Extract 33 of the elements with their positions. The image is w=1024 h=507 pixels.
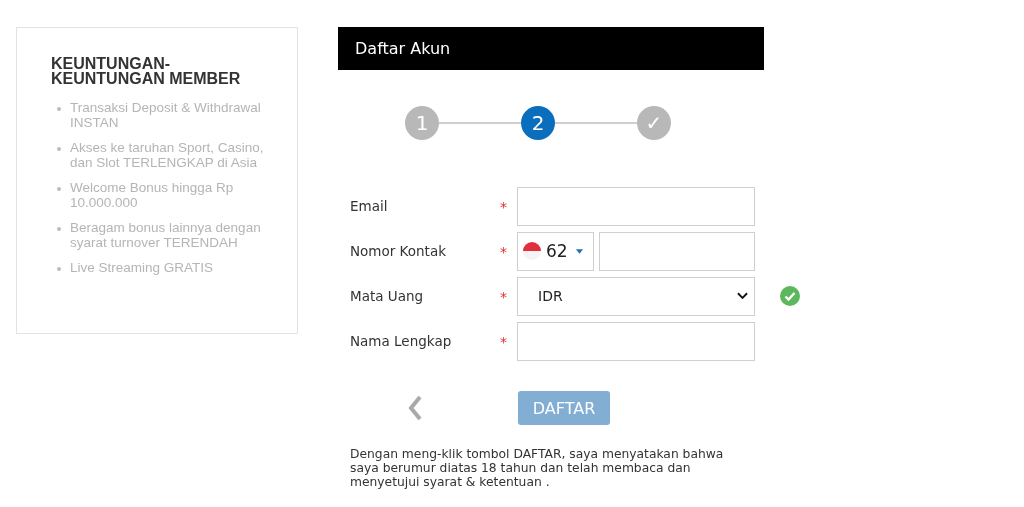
required-mark: * bbox=[500, 243, 507, 260]
back-chevron-icon[interactable] bbox=[408, 395, 422, 421]
step-indicator: 2 bbox=[521, 106, 555, 140]
country-code-dropdown[interactable]: 62 bbox=[517, 231, 594, 271]
phone-input-field[interactable] bbox=[599, 231, 755, 271]
field-label: Nomor Kontak bbox=[350, 243, 447, 259]
benefits-title: KEUNTUNGAN-KEUNTUNGAN MEMBER bbox=[51, 56, 242, 86]
form-title: Daftar Akun bbox=[355, 39, 451, 58]
flag-icon bbox=[522, 241, 542, 261]
step-indicator: 1 bbox=[405, 106, 439, 140]
caret-icon bbox=[575, 248, 583, 254]
benefit-text: Beragam bonus lainnya dengan syarat turnover TERENDAH bbox=[70, 221, 262, 250]
input-field[interactable] bbox=[517, 321, 755, 361]
field-label: Nama Lengkap bbox=[350, 333, 453, 349]
input-field[interactable] bbox=[517, 186, 755, 226]
bullet-icon bbox=[57, 147, 61, 151]
benefit-text: Akses ke taruhan Sport, Casino, dan Slot TERLENGKAP di Asia bbox=[70, 141, 265, 170]
bullet-icon bbox=[57, 107, 61, 111]
benefit-text: Transaksi Deposit & Withdrawal INSTAN bbox=[70, 101, 262, 130]
field-label: Email bbox=[350, 198, 389, 214]
required-mark: * bbox=[500, 333, 507, 350]
step-indicator: ✓ bbox=[637, 106, 671, 140]
bullet-icon bbox=[57, 267, 61, 271]
required-mark: * bbox=[500, 288, 507, 305]
chevron-down-icon bbox=[737, 292, 748, 300]
terms-text: Dengan meng-klik tombol DAFTAR, saya menyatakan bahwa saya berumur diatas 18 tahun dan telah membaca dan menyetujui syarat & ketentuan . bbox=[350, 447, 725, 489]
benefit-text: Welcome Bonus hingga Rp 10.000.000 bbox=[70, 181, 235, 210]
benefit-text: Live Streaming GRATIS bbox=[70, 261, 215, 276]
currency-select[interactable]: IDR bbox=[517, 276, 755, 316]
bullet-icon bbox=[57, 187, 61, 191]
bullet-icon bbox=[57, 227, 61, 231]
required-mark: * bbox=[500, 198, 507, 215]
field-label: Mata Uang bbox=[350, 288, 425, 304]
